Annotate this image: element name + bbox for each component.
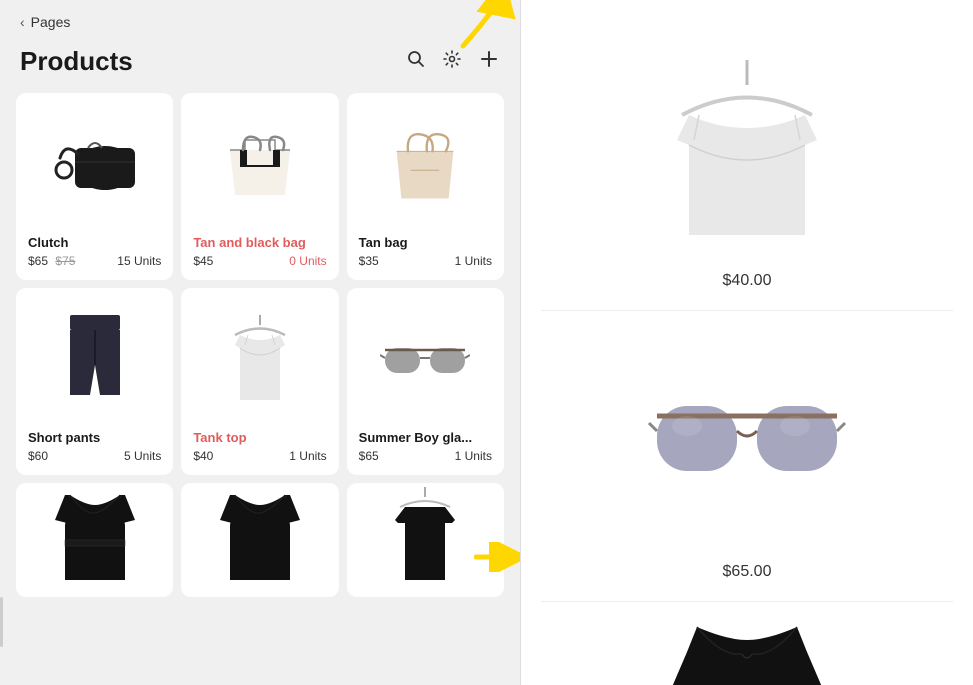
product-image-short-pants [28,300,161,420]
product-image-sunglasses [359,300,492,420]
add-product-button[interactable] [478,48,500,76]
chevron-left-icon: ‹ [20,14,25,30]
product-meta-tan-bag: $35 1 Units [359,254,492,268]
product-image-dress [359,495,492,575]
products-header: Products [0,38,520,93]
product-price-clutch: $65 $75 [28,254,75,268]
detail-price-sunglasses: $65.00 [723,563,772,581]
header-actions [406,48,500,76]
product-price-tan-bag: $35 [359,254,379,268]
product-price-sunglasses: $65 [359,449,379,463]
product-units-sunglasses: 1 Units [455,449,492,463]
product-units-tank-top: 1 Units [289,449,326,463]
product-name-tan-bag: Tan bag [359,235,492,250]
back-label: Pages [31,14,71,30]
detail-image-sunglasses [637,331,857,551]
product-image-robe2 [193,495,326,575]
product-price-tan-black-bag: $45 [193,254,213,268]
product-image-tank-top [193,300,326,420]
product-image-tan-bag [359,105,492,225]
product-card-dress[interactable] [347,483,504,597]
product-name-tank-top: Tank top [193,430,326,445]
settings-icon[interactable] [442,49,462,75]
product-units-clutch: 15 Units [117,254,161,268]
product-units-short-pants: 5 Units [124,449,161,463]
product-card-sunglasses[interactable]: Summer Boy gla... $65 1 Units [347,288,504,475]
product-image-robe1 [28,495,161,575]
products-grid: Clutch $65 $75 15 Units [0,93,520,597]
product-units-tan-black-bag: 0 Units [289,254,326,268]
product-card-tan-black-bag[interactable]: Tan and black bag $45 0 Units [181,93,338,280]
detail-item-tank-top[interactable]: $40.00 [541,20,953,311]
page-title: Products [20,46,133,77]
detail-item-sunglasses[interactable]: $65.00 [541,311,953,602]
product-image-clutch [28,105,161,225]
detail-item-robe[interactable] [541,602,953,685]
search-icon[interactable] [406,49,426,75]
product-name-clutch: Clutch [28,235,161,250]
product-meta-tan-black-bag: $45 0 Units [193,254,326,268]
product-card-short-pants[interactable]: Short pants $60 5 Units [16,288,173,475]
product-image-tan-black-bag [193,105,326,225]
product-name-short-pants: Short pants [28,430,161,445]
product-meta-clutch: $65 $75 15 Units [28,254,161,268]
product-meta-sunglasses: $65 1 Units [359,449,492,463]
product-meta-short-pants: $60 5 Units [28,449,161,463]
product-price-short-pants: $60 [28,449,48,463]
product-units-tan-bag: 1 Units [455,254,492,268]
product-card-clutch[interactable]: Clutch $65 $75 15 Units [16,93,173,280]
detail-panel: $40.00 $65.00 [520,0,973,685]
detail-image-tank-top [637,40,857,260]
product-card-robe2[interactable] [181,483,338,597]
product-card-robe1[interactable] [16,483,173,597]
product-price-tank-top: $40 [193,449,213,463]
product-meta-tank-top: $40 1 Units [193,449,326,463]
detail-price-tank-top: $40.00 [723,272,772,290]
product-card-tan-bag[interactable]: Tan bag $35 1 Units [347,93,504,280]
product-card-tank-top[interactable]: Tank top $40 1 Units [181,288,338,475]
product-name-sunglasses: Summer Boy gla... [359,430,492,445]
product-name-tan-black-bag: Tan and black bag [193,235,326,250]
back-button[interactable]: ‹ Pages [0,0,520,38]
detail-image-robe [637,622,857,685]
scrollbar-thumb[interactable] [0,597,3,647]
